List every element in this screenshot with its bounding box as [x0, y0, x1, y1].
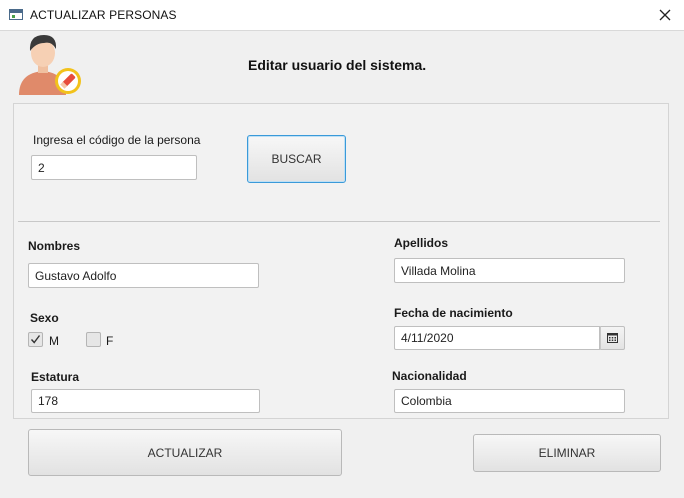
- close-icon: [659, 9, 671, 21]
- estatura-field[interactable]: [31, 389, 260, 413]
- sexo-f-label: F: [106, 334, 114, 348]
- nombres-field[interactable]: [28, 263, 259, 288]
- page-title: Editar usuario del sistema.: [248, 57, 427, 73]
- fecha-field[interactable]: [394, 326, 600, 350]
- search-label: Ingresa el código de la persona: [33, 133, 201, 147]
- sexo-m-checkbox[interactable]: [28, 332, 43, 347]
- app-window-icon: [9, 9, 23, 20]
- nacionalidad-label: Nacionalidad: [392, 369, 467, 383]
- user-edit-icon: [16, 31, 84, 97]
- close-button[interactable]: [650, 2, 680, 28]
- apellidos-field[interactable]: [394, 258, 625, 283]
- section-divider: [18, 221, 660, 222]
- code-input[interactable]: [31, 155, 197, 180]
- calendar-icon: [607, 333, 618, 343]
- window-title: ACTUALIZAR PERSONAS: [30, 8, 177, 22]
- nombres-label: Nombres: [28, 239, 81, 253]
- date-picker-button[interactable]: [600, 326, 625, 350]
- sexo-m-label: M: [49, 334, 59, 348]
- apellidos-label: Apellidos: [394, 236, 449, 250]
- update-button[interactable]: ACTUALIZAR: [28, 429, 342, 476]
- nacionalidad-field[interactable]: [394, 389, 625, 413]
- delete-button[interactable]: ELIMINAR: [473, 434, 661, 472]
- search-button[interactable]: BUSCAR: [247, 135, 346, 183]
- estatura-label: Estatura: [31, 370, 80, 384]
- sexo-f-checkbox[interactable]: [86, 332, 101, 347]
- sexo-label: Sexo: [30, 311, 59, 325]
- fecha-label: Fecha de nacimiento: [394, 306, 513, 320]
- check-icon: [30, 335, 41, 344]
